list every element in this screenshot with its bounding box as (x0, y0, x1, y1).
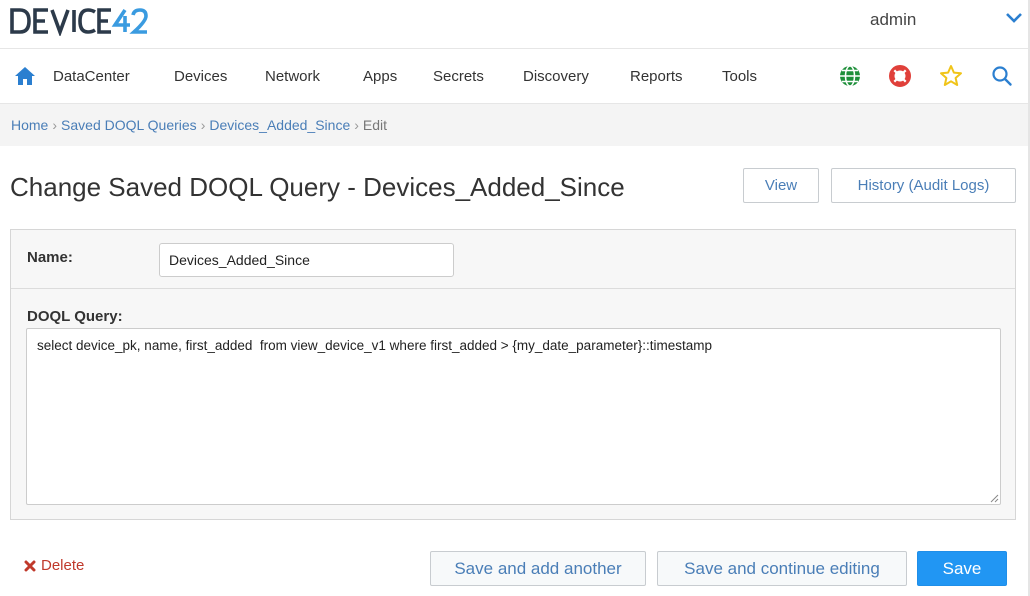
query-form: Name: DOQL Query: select device_pk, name… (10, 229, 1016, 520)
name-row: Name: (11, 230, 1015, 289)
query-textarea[interactable]: select device_pk, name, first_added from… (26, 328, 1001, 505)
nav-item-datacenter[interactable]: DataCenter (53, 68, 130, 85)
breadcrumb-separator: › (52, 117, 58, 133)
breadcrumb-home[interactable]: Home (11, 117, 48, 133)
breadcrumb-current: Edit (362, 117, 388, 133)
globe-icon[interactable] (838, 64, 862, 88)
save-and-add-another-button[interactable]: Save and add another (430, 551, 646, 586)
delete-link[interactable]: Delete (24, 557, 84, 574)
view-button[interactable]: View (743, 168, 819, 203)
nav-item-tools[interactable]: Tools (722, 68, 757, 85)
nav-item-reports[interactable]: Reports (630, 68, 683, 85)
search-icon[interactable] (990, 64, 1014, 88)
breadcrumb-separator: › (200, 117, 206, 133)
name-label: Name: (27, 249, 73, 266)
name-field[interactable] (159, 243, 454, 277)
nav-item-network[interactable]: Network (265, 68, 320, 85)
device42-logo[interactable] (10, 6, 150, 36)
breadcrumb-saved-doql-queries[interactable]: Saved DOQL Queries (61, 117, 197, 133)
breadcrumb-bar: Home › Saved DOQL Queries › Devices_Added_Si… (0, 104, 1028, 146)
resize-grip-icon[interactable] (990, 494, 999, 503)
page-title: Change Saved DOQL Query - Devices_Added_… (10, 172, 625, 202)
user-name[interactable]: admin (870, 10, 916, 30)
main-nav: DataCenter Devices Network Apps Secrets … (0, 49, 1028, 104)
top-bar: admin (0, 0, 1028, 49)
breadcrumb-separator: › (354, 117, 359, 133)
breadcrumb-query[interactable]: Devices_Added_Since (209, 117, 350, 133)
home-icon[interactable] (14, 66, 36, 86)
star-icon[interactable] (939, 64, 963, 88)
save-button[interactable]: Save (917, 551, 1007, 586)
breadcrumb: Home › Saved DOQL Queries › Devices_Added_Si… (11, 117, 387, 133)
nav-item-discovery[interactable]: Discovery (523, 68, 589, 85)
nav-item-secrets[interactable]: Secrets (433, 68, 484, 85)
history-button[interactable]: History (Audit Logs) (831, 168, 1016, 203)
nav-item-devices[interactable]: Devices (174, 68, 227, 85)
query-label: DOQL Query: (27, 308, 123, 325)
nav-item-apps[interactable]: Apps (363, 68, 397, 85)
save-and-continue-button[interactable]: Save and continue editing (657, 551, 907, 586)
delete-label: Delete (41, 557, 85, 574)
chevron-down-icon[interactable] (1004, 10, 1024, 26)
close-icon (24, 560, 36, 571)
query-row: DOQL Query: select device_pk, name, firs… (11, 289, 1015, 519)
lifebuoy-icon[interactable] (888, 64, 912, 88)
